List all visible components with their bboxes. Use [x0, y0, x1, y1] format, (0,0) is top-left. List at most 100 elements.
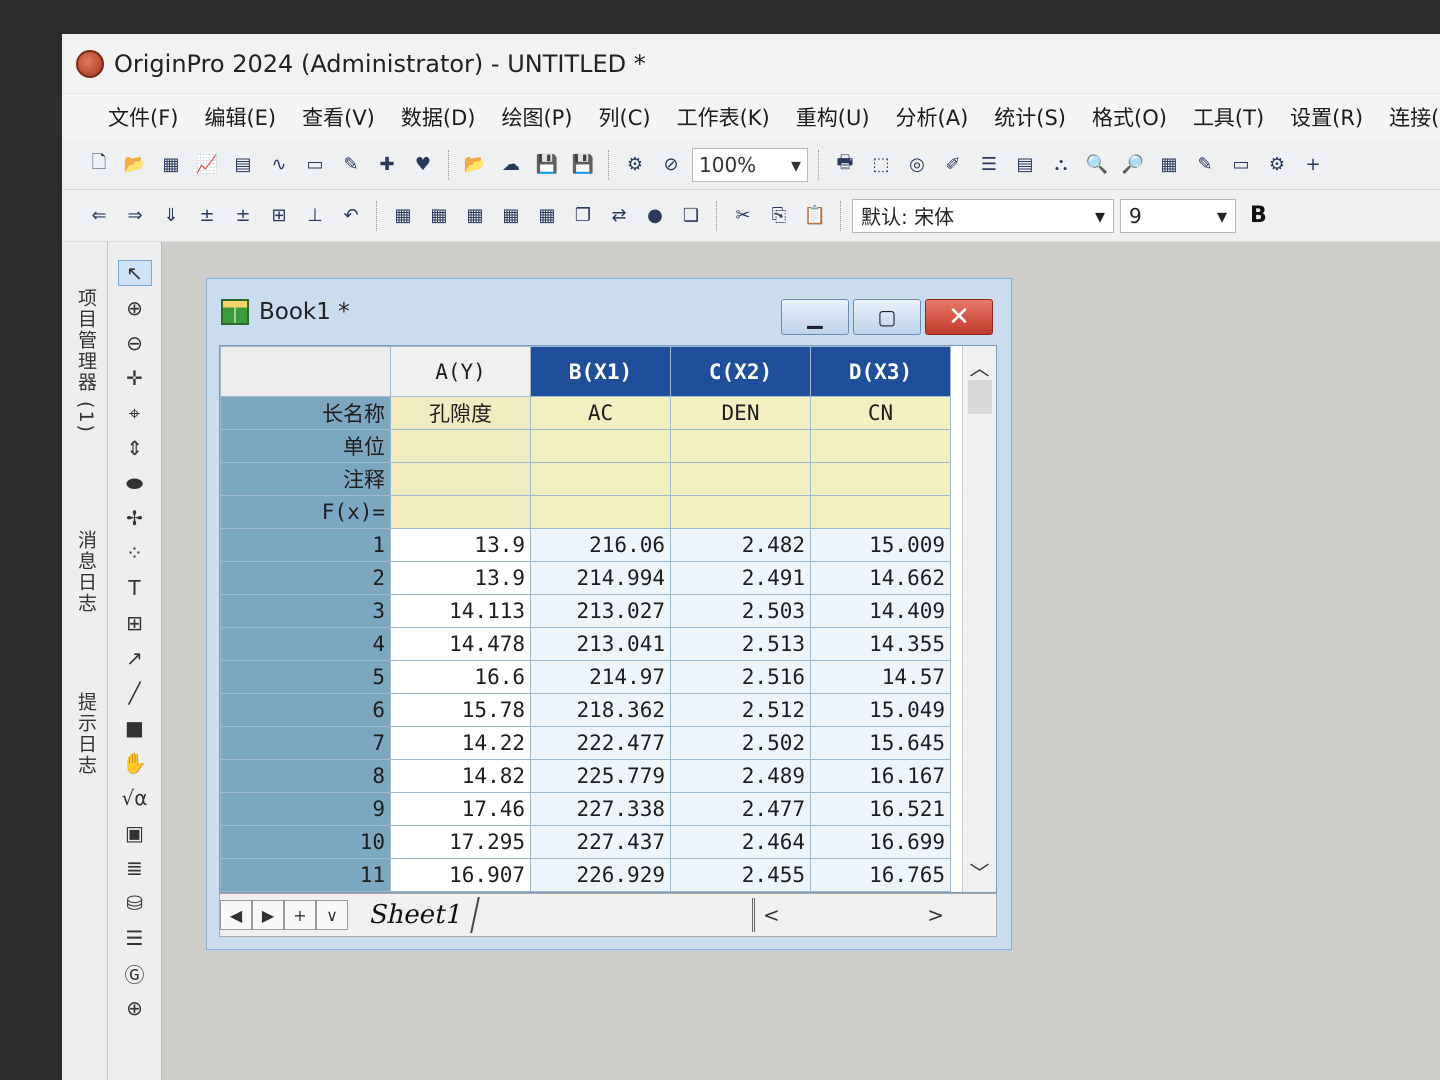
project-explorer-tab[interactable]: 项目管理器 (1): [70, 288, 100, 434]
data-cell[interactable]: 14.662: [810, 561, 951, 595]
graph-object-icon[interactable]: ▣: [118, 820, 152, 846]
edit-icon[interactable]: ✎: [1190, 150, 1220, 180]
export-icon[interactable]: ⬚: [866, 150, 896, 180]
row-numbers-icon[interactable]: ▦: [424, 201, 454, 231]
new-report-icon[interactable]: ♥: [408, 150, 438, 180]
data-cell[interactable]: 227.338: [530, 792, 671, 826]
data-cell[interactable]: 216.06: [530, 528, 671, 562]
mask-icon[interactable]: ⬬: [118, 470, 152, 496]
units-cell[interactable]: [670, 429, 811, 463]
sort-icon[interactable]: ▦: [496, 201, 526, 231]
formula-cell[interactable]: [810, 495, 951, 529]
menu-settings[interactable]: 设置(R): [1278, 98, 1375, 136]
undo-icon[interactable]: ↶: [336, 201, 366, 231]
hint-log-tab[interactable]: 提示日志: [70, 692, 100, 776]
row-number[interactable]: 3: [220, 594, 391, 628]
data-cell[interactable]: 14.409: [810, 594, 951, 628]
menu-view[interactable]: 查看(V): [290, 98, 387, 136]
row-number[interactable]: 5: [220, 660, 391, 694]
column-header-a[interactable]: A(Y): [390, 346, 531, 397]
data-cell[interactable]: 13.9: [390, 528, 531, 562]
new-layout-icon[interactable]: ▭: [300, 150, 330, 180]
results-log-icon[interactable]: ▤: [1010, 150, 1040, 180]
comments-cell[interactable]: [530, 462, 671, 496]
group-icon[interactable]: ⊞: [264, 201, 294, 231]
menu-data[interactable]: 数据(D): [389, 98, 488, 136]
cloud-icon[interactable]: ☁: [496, 150, 526, 180]
comments-cell[interactable]: [390, 462, 531, 496]
draw-data-icon[interactable]: ✢: [118, 505, 152, 531]
data-cell[interactable]: 14.22: [390, 726, 531, 760]
recalculate-icon[interactable]: ⚙: [620, 150, 650, 180]
menu-file[interactable]: 文件(F): [96, 98, 190, 136]
row-number[interactable]: 9: [220, 792, 391, 826]
units-cell[interactable]: [810, 429, 951, 463]
arrow-left-icon[interactable]: ⇐: [84, 201, 114, 231]
data-cell[interactable]: 13.9: [390, 561, 531, 595]
menu-tools[interactable]: 工具(T): [1181, 98, 1276, 136]
new-matrix-icon[interactable]: ▤: [228, 150, 258, 180]
new-excel-icon[interactable]: ✚: [372, 150, 402, 180]
set-column-values-icon[interactable]: ▦: [388, 201, 418, 231]
data-cell[interactable]: 14.113: [390, 594, 531, 628]
zoom-select[interactable]: 100% ▾: [692, 147, 808, 182]
scroll-thumb[interactable]: [968, 380, 992, 414]
formula-cell[interactable]: [670, 495, 811, 529]
data-cell[interactable]: 17.295: [390, 825, 531, 859]
new-folder-icon[interactable]: 📂: [120, 150, 150, 180]
data-cell[interactable]: 2.489: [670, 759, 811, 793]
list-icon[interactable]: ☰: [118, 925, 152, 951]
vertical-scrollbar[interactable]: ︿ ﹀: [962, 346, 996, 892]
rectangle-tool-icon[interactable]: ■: [118, 715, 152, 741]
data-cell[interactable]: 214.97: [530, 660, 671, 694]
code-builder-icon[interactable]: ✐: [938, 150, 968, 180]
long-name-cell[interactable]: CN: [810, 396, 951, 430]
data-reader-icon[interactable]: ✛: [118, 365, 152, 391]
units-cell[interactable]: [390, 429, 531, 463]
scroll-down-icon[interactable]: ﹀: [970, 857, 990, 886]
copy-icon[interactable]: ⎘: [764, 201, 794, 231]
statistics-icon[interactable]: ▦: [532, 201, 562, 231]
new-notes-icon[interactable]: ✎: [336, 150, 366, 180]
menu-format[interactable]: 格式(O): [1080, 98, 1179, 136]
column-header-b[interactable]: B(X1): [530, 346, 671, 397]
data-cell[interactable]: 14.355: [810, 627, 951, 661]
menu-statistics[interactable]: 统计(S): [982, 98, 1078, 136]
data-cell[interactable]: 2.455: [670, 858, 811, 892]
minimize-button[interactable]: ▁: [781, 299, 849, 335]
data-cell[interactable]: 222.477: [530, 726, 671, 760]
font-size-select[interactable]: 9 ▾: [1120, 198, 1236, 233]
units-cell[interactable]: [530, 429, 671, 463]
data-cell[interactable]: 14.57: [810, 660, 951, 694]
data-selector-icon[interactable]: ⇕: [118, 435, 152, 461]
new-graph-icon[interactable]: 📈: [192, 150, 222, 180]
circle-tool-icon[interactable]: ●: [640, 201, 670, 231]
data-cell[interactable]: 2.512: [670, 693, 811, 727]
data-cell[interactable]: 14.478: [390, 627, 531, 661]
data-cell[interactable]: 2.491: [670, 561, 811, 595]
menu-analysis[interactable]: 分析(A): [884, 98, 981, 136]
scatter-tool-icon[interactable]: ⁘: [118, 540, 152, 566]
data-cell[interactable]: 2.502: [670, 726, 811, 760]
zoom-in-icon[interactable]: ⊕: [118, 295, 152, 321]
menu-column[interactable]: 列(C): [587, 98, 663, 136]
circle-g-icon[interactable]: Ⓖ: [118, 960, 152, 987]
data-cell[interactable]: 15.78: [390, 693, 531, 727]
menu-reconstruct[interactable]: 重构(U): [784, 98, 882, 136]
column-header-c[interactable]: C(X2): [670, 346, 811, 397]
maximize-button[interactable]: ▢: [853, 299, 921, 335]
scroll-up-icon[interactable]: ︿: [970, 352, 990, 381]
open-icon[interactable]: 📂: [460, 150, 490, 180]
paste-icon[interactable]: 📋: [800, 201, 830, 231]
row-number[interactable]: 11: [220, 858, 391, 892]
stop-icon[interactable]: ⊘: [656, 150, 686, 180]
data-cell[interactable]: 16.6: [390, 660, 531, 694]
data-cell[interactable]: 2.464: [670, 825, 811, 859]
save-icon[interactable]: 💾: [532, 150, 562, 180]
cut-icon[interactable]: ✂: [728, 201, 758, 231]
add-column-icon[interactable]: ±: [192, 201, 222, 231]
equation-icon[interactable]: √α: [118, 785, 152, 811]
new-function-icon[interactable]: ∿: [264, 150, 294, 180]
row-number[interactable]: 1: [220, 528, 391, 562]
copy-sheet-icon[interactable]: ❐: [568, 201, 598, 231]
